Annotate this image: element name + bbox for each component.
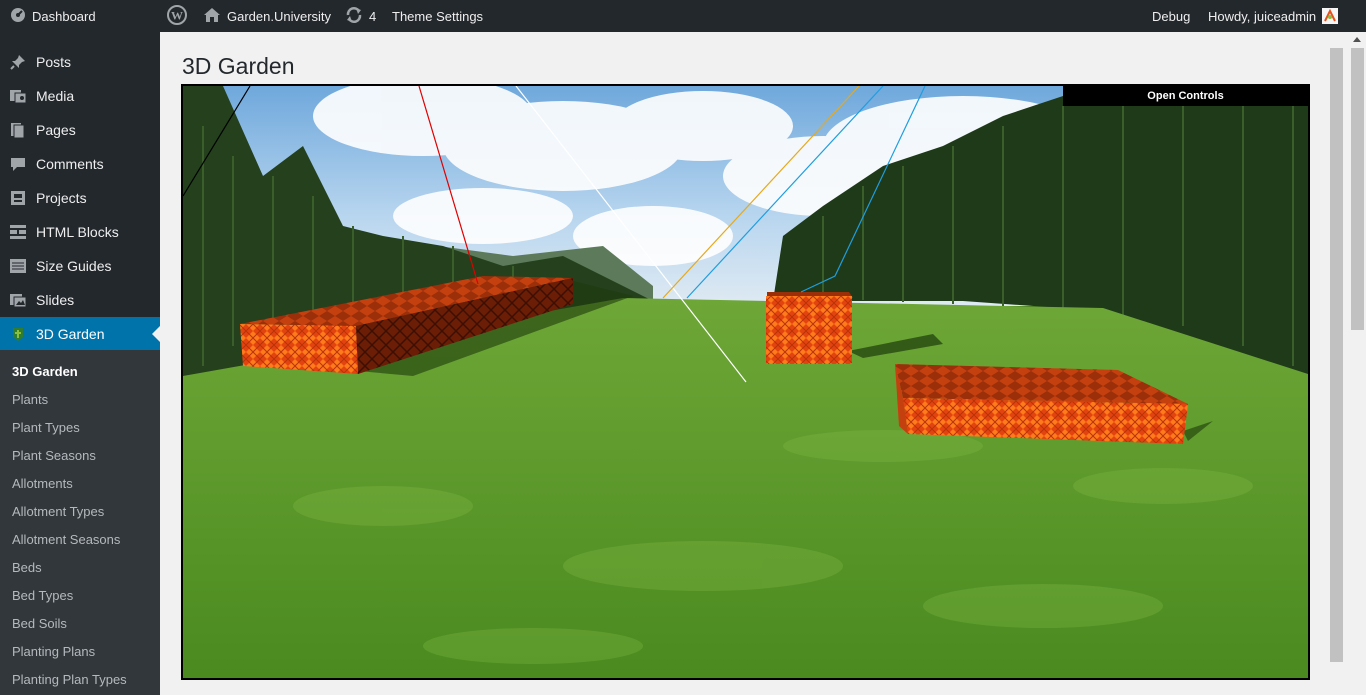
submenu-bed-types[interactable]: Bed Types [12, 582, 73, 610]
menu-comments[interactable]: Comments [0, 147, 160, 181]
howdy-label: Howdy, juiceadmin [1208, 8, 1317, 24]
menu-projects-label: Projects [36, 190, 87, 206]
pages-icon [0, 121, 36, 139]
menu-media[interactable]: Media [0, 79, 160, 113]
comments-icon [0, 155, 36, 173]
svg-text:W: W [171, 8, 183, 22]
submenu-3d-garden[interactable]: 3D Garden [12, 358, 78, 386]
active-menu-arrow [152, 326, 160, 342]
garden-scene [183, 86, 1308, 678]
menu-size-guides[interactable]: Size Guides [0, 249, 160, 283]
refresh-icon [345, 6, 363, 27]
submenu-planting-plans[interactable]: Planting Plans [12, 638, 95, 666]
theme-settings-label: Theme Settings [392, 8, 484, 24]
menu-3d-garden-label: 3D Garden [36, 326, 105, 342]
blocks-icon [0, 223, 36, 241]
theme-settings-link[interactable]: Theme Settings [392, 0, 483, 32]
menu-pages[interactable]: Pages [0, 113, 160, 147]
submenu-allotment-types[interactable]: Allotment Types [12, 498, 104, 526]
home-icon [203, 7, 221, 26]
menu-posts[interactable]: Posts [0, 45, 160, 79]
pin-icon [0, 53, 36, 71]
submenu-allotments[interactable]: Allotments [12, 470, 73, 498]
planter-box-center [766, 292, 853, 364]
debug-link[interactable]: Debug [1152, 0, 1190, 32]
avatar [1322, 8, 1339, 24]
updates-count: 4 [369, 8, 377, 24]
menu-slides-label: Slides [36, 292, 75, 308]
submenu-plants[interactable]: Plants [12, 386, 48, 414]
account-menu[interactable]: Howdy, juiceadmin [1208, 0, 1339, 32]
page-scrollbar-thumb[interactable] [1351, 48, 1364, 330]
content-scrollbar-thumb[interactable] [1330, 48, 1343, 662]
menu-comments-label: Comments [36, 156, 104, 172]
submenu-beds[interactable]: Beds [12, 554, 42, 582]
menu-media-label: Media [36, 88, 75, 104]
menu-size-guides-label: Size Guides [36, 258, 112, 274]
submenu-bed-soils[interactable]: Bed Soils [12, 610, 67, 638]
open-controls-button[interactable]: Open Controls [1063, 86, 1308, 106]
menu-slides[interactable]: Slides [0, 283, 160, 317]
size-guides-icon [0, 257, 36, 275]
updates-link[interactable]: 4 [345, 0, 376, 32]
menu-html-blocks[interactable]: HTML Blocks [0, 215, 160, 249]
dashboard-label: Dashboard [32, 8, 96, 24]
dashboard-icon [10, 7, 26, 26]
media-icon [0, 87, 36, 105]
debug-label: Debug [1152, 8, 1191, 24]
menu-3d-garden[interactable]: 3D Garden [0, 317, 160, 351]
submenu-plant-seasons[interactable]: Plant Seasons [12, 442, 96, 470]
menu-pages-label: Pages [36, 122, 76, 138]
wordpress-icon: W [167, 4, 187, 28]
wordpress-menu[interactable]: W [167, 0, 187, 32]
dashboard-link[interactable]: Dashboard [10, 0, 96, 32]
page-title: 3D Garden [182, 53, 295, 79]
submenu-plant-types[interactable]: Plant Types [12, 414, 80, 442]
projects-icon [0, 189, 36, 207]
site-name-link[interactable]: Garden.University [203, 0, 331, 32]
scroll-up-arrow-icon[interactable] [1353, 37, 1361, 42]
garden-icon [0, 325, 36, 343]
admin-bar: Dashboard W Garden.University 4 Theme Se… [0, 0, 1366, 32]
submenu-allotment-seasons[interactable]: Allotment Seasons [12, 526, 120, 554]
garden-submenu: 3D Garden Plants Plant Types Plant Seaso… [0, 350, 160, 695]
menu-projects[interactable]: Projects [0, 181, 160, 215]
menu-html-blocks-label: HTML Blocks [36, 224, 119, 240]
menu-posts-label: Posts [36, 54, 72, 70]
admin-sidebar: Posts Media Pages Comments Projects HTML… [0, 32, 160, 695]
submenu-planting-plan-types[interactable]: Planting Plan Types [12, 666, 127, 694]
garden-3d-viewport[interactable]: Open Controls [181, 84, 1310, 680]
site-name: Garden.University [227, 8, 332, 24]
slides-icon [0, 291, 36, 309]
